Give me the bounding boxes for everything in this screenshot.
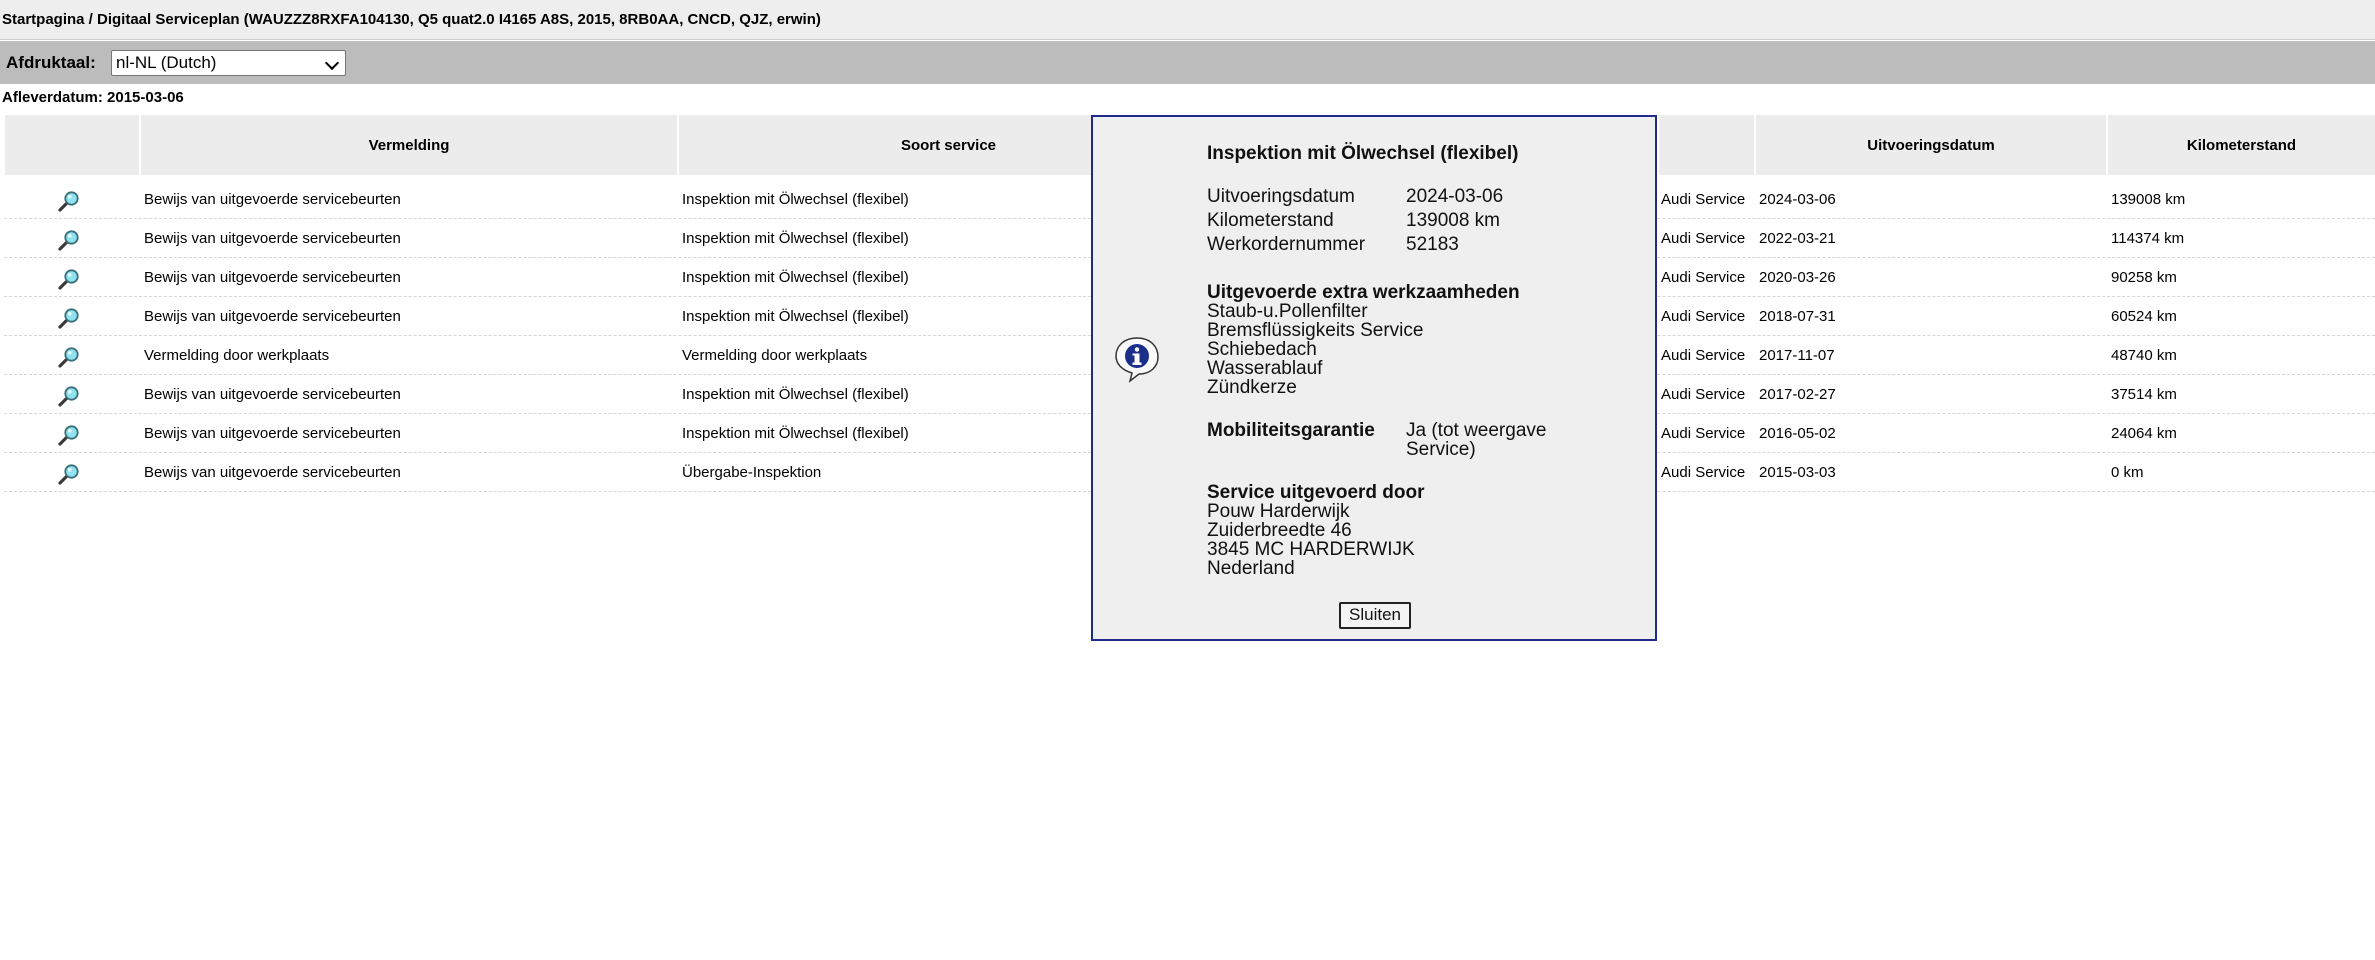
service-detail-dialog: Inspektion mit Ölwechsel (flexibel) Uitv… — [1091, 115, 1657, 641]
print-language-value: nl-NL (Dutch) — [116, 53, 217, 72]
header-kilometerstand: Kilometerstand — [2107, 115, 2375, 175]
magnifier-icon[interactable] — [57, 384, 81, 408]
cell-uitvoeringsdatum: 2015-03-03 — [1759, 464, 1836, 481]
mobility-value: Ja (tot weergave Service) — [1406, 421, 1546, 459]
header-icon-column — [4, 115, 139, 175]
mobility-value-line: Service) — [1406, 439, 1476, 460]
cell-soort-service: Inspektion mit Ölwechsel (flexibel) — [682, 308, 909, 325]
magnifier-icon[interactable] — [57, 462, 81, 486]
close-button[interactable]: Sluiten — [1339, 602, 1411, 629]
field-value-kilometerstand: 139008 km — [1406, 210, 1501, 231]
cell-partner: Audi Service — [1661, 269, 1746, 286]
info-icon — [1115, 337, 1159, 383]
cell-partner: Audi Service — [1661, 464, 1746, 481]
extra-work-item: Zündkerze — [1207, 377, 1297, 398]
cell-kilometerstand: 24064 km — [2111, 425, 2177, 442]
cell-soort-service: Inspektion mit Ölwechsel (flexibel) — [682, 191, 909, 208]
cell-kilometerstand: 90258 km — [2111, 269, 2177, 286]
extra-work-item: Wasserablauf — [1207, 358, 1323, 379]
cell-soort-service: Inspektion mit Ölwechsel (flexibel) — [682, 230, 909, 247]
print-language-select[interactable]: nl-NL (Dutch) — [111, 50, 346, 76]
magnifier-icon[interactable] — [57, 345, 81, 369]
header-uitvoeringsdatum: Uitvoeringsdatum — [1755, 115, 2106, 175]
header-partner — [1658, 115, 1754, 175]
delivery-date: Afleverdatum: 2015-03-06 — [2, 89, 184, 106]
field-label-uitvoeringsdatum: Uitvoeringsdatum — [1207, 186, 1355, 207]
cell-partner: Audi Service — [1661, 425, 1746, 442]
cell-soort-service: Inspektion mit Ölwechsel (flexibel) — [682, 425, 909, 442]
cell-kilometerstand: 0 km — [2111, 464, 2144, 481]
cell-kilometerstand: 139008 km — [2111, 191, 2186, 208]
cell-partner: Audi Service — [1661, 347, 1746, 364]
cell-partner: Audi Service — [1661, 308, 1746, 325]
cell-kilometerstand: 48740 km — [2111, 347, 2177, 364]
address-line: 3845 MC HARDERWIJK — [1207, 539, 1415, 560]
cell-vermelding: Bewijs van uitgevoerde servicebeurten — [144, 269, 401, 286]
cell-vermelding: Bewijs van uitgevoerde servicebeurten — [144, 386, 401, 403]
print-language-label: Afdruktaal: — [6, 53, 96, 72]
field-value-werkordernummer: 52183 — [1406, 234, 1459, 255]
performed-by-address: Pouw Harderwijk Zuiderbreedte 46 3845 MC… — [1207, 502, 1415, 578]
cell-uitvoeringsdatum: 2020-03-26 — [1759, 269, 1836, 286]
extra-work-list: Staub-u.Pollenfilter Bremsflüssigkeits S… — [1207, 302, 1423, 397]
cell-soort-service: Übergabe-Inspektion — [682, 464, 822, 481]
cell-kilometerstand: 114374 km — [2111, 230, 2185, 247]
cell-uitvoeringsdatum: 2017-02-27 — [1759, 386, 1836, 403]
address-line: Nederland — [1207, 558, 1295, 579]
cell-soort-service: Inspektion mit Ölwechsel (flexibel) — [682, 269, 909, 286]
cell-uitvoeringsdatum: 2017-11-07 — [1759, 347, 1835, 364]
breadcrumb: Startpagina / Digitaal Serviceplan (WAUZ… — [0, 0, 2375, 40]
extra-work-item: Schiebedach — [1207, 339, 1317, 360]
address-line: Zuiderbreedte 46 — [1207, 520, 1352, 541]
field-label-kilometerstand: Kilometerstand — [1207, 210, 1334, 231]
field-label-werkordernummer: Werkordernummer — [1207, 234, 1366, 255]
cell-soort-service: Vermelding door werkplaats — [682, 347, 868, 364]
magnifier-icon[interactable] — [57, 228, 81, 252]
cell-uitvoeringsdatum: 2024-03-06 — [1759, 191, 1836, 208]
cell-vermelding: Bewijs van uitgevoerde servicebeurten — [144, 464, 401, 481]
cell-partner: Audi Service — [1661, 230, 1746, 247]
mobility-label: Mobiliteitsgarantie — [1207, 420, 1375, 441]
extra-work-item: Bremsflüssigkeits Service — [1207, 320, 1424, 341]
magnifier-icon[interactable] — [57, 189, 81, 213]
cell-vermelding: Bewijs van uitgevoerde servicebeurten — [144, 308, 401, 325]
field-value-uitvoeringsdatum: 2024-03-06 — [1406, 186, 1504, 207]
cell-uitvoeringsdatum: 2022-03-21 — [1759, 230, 1836, 247]
address-line: Pouw Harderwijk — [1207, 501, 1350, 522]
cell-vermelding: Bewijs van uitgevoerde servicebeurten — [144, 230, 401, 247]
chevron-down-icon — [324, 55, 340, 71]
cell-soort-service: Inspektion mit Ölwechsel (flexibel) — [682, 386, 909, 403]
magnifier-icon[interactable] — [57, 267, 81, 291]
header-vermelding: Vermelding — [140, 115, 677, 175]
cell-kilometerstand: 37514 km — [2111, 386, 2177, 403]
dialog-title: Inspektion mit Ölwechsel (flexibel) — [1207, 143, 1519, 164]
cell-partner: Audi Service — [1661, 386, 1746, 403]
magnifier-icon[interactable] — [57, 423, 81, 447]
cell-partner: Audi Service — [1661, 191, 1746, 208]
magnifier-icon[interactable] — [57, 306, 81, 330]
cell-uitvoeringsdatum: 2016-05-02 — [1759, 425, 1836, 442]
cell-vermelding: Bewijs van uitgevoerde servicebeurten — [144, 191, 401, 208]
cell-vermelding: Vermelding door werkplaats — [144, 347, 330, 364]
cell-kilometerstand: 60524 km — [2111, 308, 2177, 325]
mobility-value-line: Ja (tot weergave — [1406, 420, 1547, 441]
extra-work-item: Staub-u.Pollenfilter — [1207, 301, 1368, 322]
cell-uitvoeringsdatum: 2018-07-31 — [1759, 308, 1836, 325]
cell-vermelding: Bewijs van uitgevoerde servicebeurten — [144, 425, 401, 442]
print-language-bar: Afdruktaal: nl-NL (Dutch) — [0, 41, 2375, 84]
